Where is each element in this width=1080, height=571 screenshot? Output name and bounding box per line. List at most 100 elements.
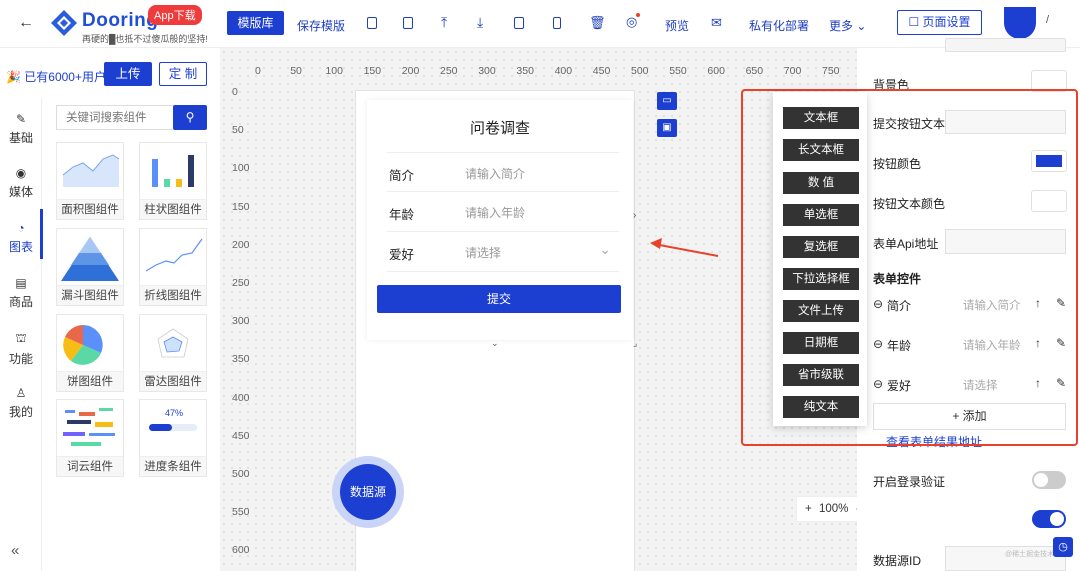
component-label: 雷达图组件: [140, 371, 206, 391]
page-settings-button[interactable]: ☐ 页面设置: [897, 10, 982, 35]
back-arrow-icon[interactable]: ←: [18, 14, 34, 32]
bg-color-picker[interactable]: [1031, 70, 1067, 92]
line-chart-component[interactable]: 折线图组件: [139, 228, 207, 306]
login-verify-toggle[interactable]: [1032, 471, 1066, 489]
category-label: 我的: [8, 405, 33, 419]
download-icon[interactable]: ⤓: [477, 14, 483, 31]
edit-icon[interactable]: ✎: [1056, 376, 1066, 390]
remove-circle-icon[interactable]: ⊖: [873, 297, 883, 311]
customize-button[interactable]: 定 制: [159, 62, 207, 86]
control-file-upload[interactable]: 文件上传: [783, 300, 859, 322]
user-count: 🎉 已有6000+用户: [6, 70, 106, 84]
component-panel: 🎉 已有6000+用户 上传 定 制 ✎ 基础 ◉ 媒体 ◔ 图表 ▤ 商品 ⛫ 功能 ♙…: [0, 48, 220, 571]
delete-icon[interactable]: 🗑: [589, 15, 606, 31]
category-goods[interactable]: ▤ 商品: [0, 276, 42, 310]
save-icon[interactable]: [367, 17, 377, 32]
mobile-icon[interactable]: [553, 17, 561, 32]
layout-view-icon[interactable]: ▣: [657, 119, 677, 137]
help-icon[interactable]: ◷: [1053, 537, 1073, 557]
form-row-intro[interactable]: 简介 请输入简介: [387, 152, 619, 192]
ruler-y-tick: 350: [232, 353, 250, 366]
survey-form-component[interactable]: 问卷调查 简介 请输入简介 年龄 请输入年龄 爱好 请选择 ⌄ 提交: [367, 100, 633, 340]
funnel-chart-component[interactable]: 漏斗图组件: [56, 228, 124, 306]
add-control-button[interactable]: + 添加: [873, 403, 1066, 430]
ruler-x-tick: 300: [478, 65, 496, 77]
more-menu-button[interactable]: 更多 ⌄: [829, 17, 866, 34]
control-cascader[interactable]: 省市级联: [783, 364, 859, 386]
form-placeholder: 请输入年龄: [465, 206, 526, 220]
progress-track: [149, 424, 197, 431]
private-deploy-button[interactable]: 私有化部署: [749, 17, 809, 34]
move-up-icon[interactable]: ↑: [1035, 376, 1041, 390]
category-chart[interactable]: ◔ 图表: [0, 221, 42, 255]
word-cloud-component[interactable]: 词云组件: [56, 399, 124, 477]
app-download-badge[interactable]: App下载: [148, 5, 202, 25]
button-color-swatch: [1036, 155, 1062, 167]
search-input[interactable]: [57, 106, 172, 129]
more-label: 更多: [829, 19, 854, 33]
view-results-link[interactable]: 查看表单结果地址: [886, 433, 982, 450]
pie-chart-component[interactable]: 饼图组件: [56, 314, 124, 392]
submit-text-input[interactable]: [945, 110, 1066, 134]
upload-icon[interactable]: ⤒: [441, 14, 447, 31]
move-up-icon[interactable]: ↑: [1035, 296, 1041, 310]
save-template-button[interactable]: 保存模版: [297, 17, 345, 34]
control-textbox[interactable]: 文本框: [783, 107, 859, 129]
login-verify-label: 开启登录验证: [873, 475, 946, 489]
datasource-button[interactable]: 数据源: [340, 464, 396, 520]
desktop-view-icon[interactable]: ▭: [657, 92, 677, 110]
bar-chart-component[interactable]: 柱状图组件: [139, 142, 207, 220]
copy-icon[interactable]: [514, 17, 524, 32]
progress-bar-component[interactable]: 47% 进度条组件: [139, 399, 207, 477]
resize-handle-bottom[interactable]: ⌄: [491, 338, 499, 349]
avatar[interactable]: [1004, 7, 1036, 39]
area-chart-component[interactable]: 面积图组件: [56, 142, 124, 220]
control-radio[interactable]: 单选框: [783, 204, 859, 226]
ruler-y-tick: 400: [232, 391, 250, 404]
funnel-chart-preview: [61, 237, 119, 281]
zoom-in-button[interactable]: +: [805, 503, 812, 515]
category-basic[interactable]: ✎ 基础: [0, 112, 42, 146]
form-row-age[interactable]: 年龄 请输入年龄: [387, 192, 619, 232]
radar-chart-component[interactable]: 雷达图组件: [139, 314, 207, 392]
control-select[interactable]: 下拉选择框: [783, 268, 859, 290]
resize-handle-corner[interactable]: ⌟: [633, 338, 637, 349]
remove-circle-icon[interactable]: ⊖: [873, 377, 883, 391]
control-plain-text[interactable]: 纯文本: [783, 396, 859, 418]
collapse-icon[interactable]: «: [11, 542, 19, 559]
editor-canvas[interactable]: 0 50 100 150 200 250 300 350 400 450 500 550 600 650 7…: [220, 48, 857, 571]
control-item-age[interactable]: ⊖ 年龄 请输入年龄 ↑ ✎: [873, 336, 1066, 358]
control-item-intro[interactable]: ⊖ 简介 请输入简介 ↑ ✎: [873, 296, 1066, 318]
ruler-y-tick: 50: [232, 124, 244, 137]
control-textarea[interactable]: 长文本框: [783, 139, 859, 161]
submit-button[interactable]: 提交: [377, 285, 621, 313]
button-color-picker[interactable]: [1031, 150, 1067, 172]
button-text-color-picker[interactable]: [1031, 190, 1067, 212]
resize-handle-right[interactable]: ›: [633, 210, 636, 221]
move-up-icon[interactable]: ↑: [1035, 336, 1041, 350]
edit-icon[interactable]: ✎: [1056, 296, 1066, 310]
category-mine[interactable]: ♙ 我的: [0, 386, 42, 420]
control-item-hobby[interactable]: ⊖ 爱好 请选择 ↑ ✎: [873, 376, 1066, 398]
preview-button[interactable]: 预览: [665, 17, 689, 34]
second-toggle[interactable]: [1032, 510, 1066, 528]
search-button[interactable]: ⚲: [173, 105, 207, 130]
wechat-icon[interactable]: ✉: [711, 15, 722, 31]
ruler-x-tick: 650: [745, 65, 764, 77]
control-number[interactable]: 数 值: [783, 172, 859, 194]
control-checkbox[interactable]: 复选框: [783, 236, 859, 258]
category-media[interactable]: ◉ 媒体: [0, 166, 42, 200]
bar-chart-preview: [152, 155, 194, 187]
user-menu-caret-icon[interactable]: /: [1046, 14, 1049, 26]
template-library-button[interactable]: 模版库: [227, 11, 284, 35]
file-icon[interactable]: [403, 17, 413, 32]
remove-circle-icon[interactable]: ⊖: [873, 337, 883, 351]
category-function[interactable]: ⛫ 功能: [0, 331, 42, 367]
upload-button[interactable]: 上传: [104, 62, 152, 86]
form-row-hobby[interactable]: 爱好 请选择 ⌄: [387, 232, 619, 272]
control-date[interactable]: 日期框: [783, 332, 859, 354]
top-field[interactable]: [945, 38, 1066, 52]
control-palette: 文本框 长文本框 数 值 单选框 复选框 下拉选择框 文件上传 日期框 省市级联…: [773, 92, 867, 426]
edit-icon[interactable]: ✎: [1056, 336, 1066, 350]
api-url-input[interactable]: [945, 229, 1066, 254]
